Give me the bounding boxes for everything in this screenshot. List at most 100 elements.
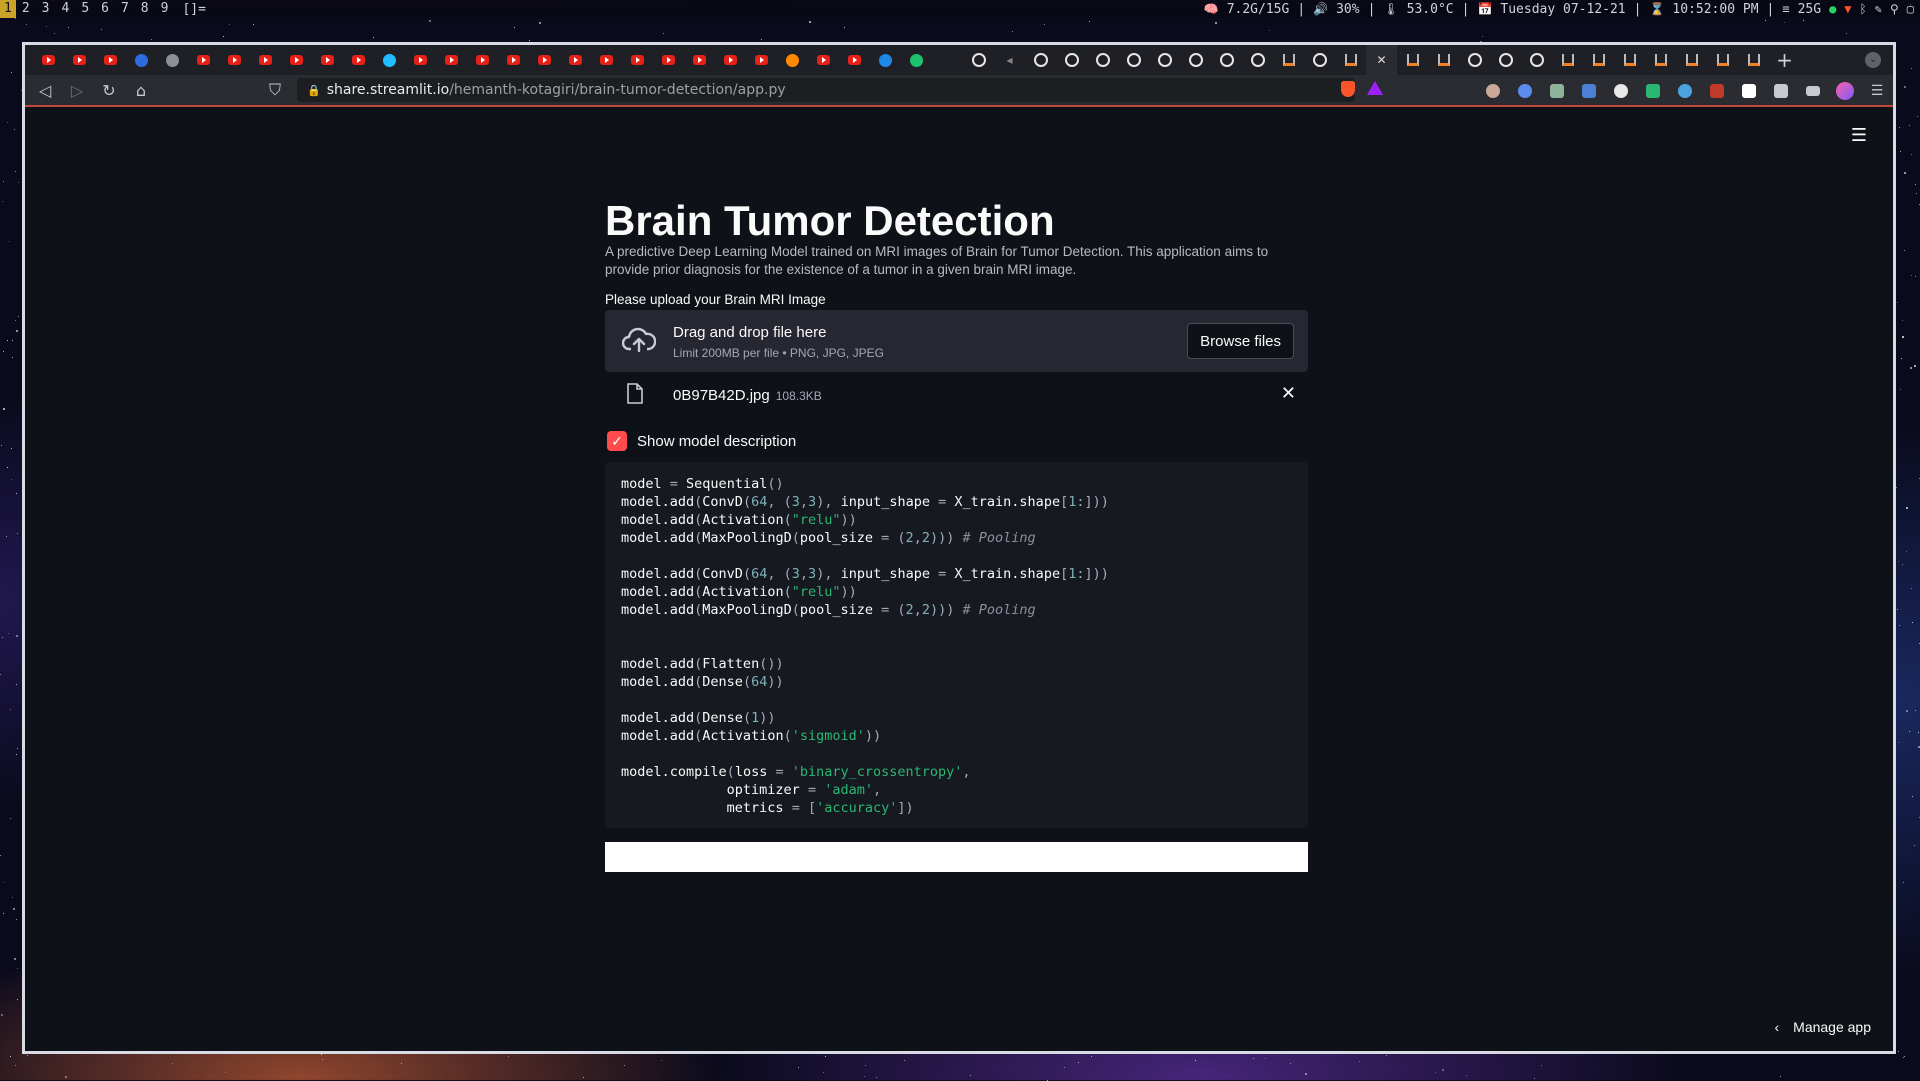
browser-tab[interactable]	[1087, 45, 1118, 75]
browser-tab[interactable]	[839, 45, 870, 75]
browser-tab[interactable]	[467, 45, 498, 75]
workspace-4[interactable]: 4	[55, 0, 75, 18]
browser-tab[interactable]	[498, 45, 529, 75]
workspace-7[interactable]: 7	[115, 0, 135, 18]
browser-tab[interactable]	[1676, 45, 1707, 75]
browser-tab[interactable]	[1118, 45, 1149, 75]
extension-icon[interactable]	[1701, 84, 1733, 98]
browser-tab[interactable]	[1211, 45, 1242, 75]
location-tray-icon[interactable]: ⚲	[1890, 2, 1899, 16]
browser-tab[interactable]	[653, 45, 684, 75]
workspace-8[interactable]: 8	[135, 0, 155, 18]
browser-tab[interactable]	[932, 45, 963, 75]
workspace-5[interactable]: 5	[75, 0, 95, 18]
notion-extension-icon[interactable]	[1733, 84, 1765, 98]
workspace-2[interactable]: 2	[16, 0, 36, 18]
forward-button[interactable]: ▷	[61, 81, 93, 100]
browser-tab[interactable]	[529, 45, 560, 75]
browse-files-button[interactable]: Browse files	[1187, 323, 1294, 359]
browser-tab[interactable]	[808, 45, 839, 75]
browser-menu-icon[interactable]: ☰	[1861, 83, 1893, 99]
browser-tab[interactable]	[1149, 45, 1180, 75]
hamburger-menu-icon[interactable]: ☰	[1851, 125, 1867, 146]
whatsapp-tray-icon[interactable]: ●	[1829, 2, 1836, 16]
browser-tab[interactable]	[1025, 45, 1056, 75]
browser-tab[interactable]	[64, 45, 95, 75]
browser-tab[interactable]	[1335, 45, 1366, 75]
browser-tab[interactable]	[1242, 45, 1273, 75]
tray-app-icon[interactable]: ✎	[1875, 2, 1882, 16]
browser-tab[interactable]	[95, 45, 126, 75]
extension-icon[interactable]	[1669, 84, 1701, 98]
extension-icon[interactable]	[1541, 84, 1573, 98]
browser-tab[interactable]	[374, 45, 405, 75]
browser-tab[interactable]	[1583, 45, 1614, 75]
browser-tab[interactable]	[1428, 45, 1459, 75]
new-tab-button[interactable]: +	[1769, 48, 1800, 72]
browser-tab[interactable]	[1552, 45, 1583, 75]
browser-tab[interactable]	[1707, 45, 1738, 75]
browser-tab[interactable]	[870, 45, 901, 75]
browser-tab[interactable]	[405, 45, 436, 75]
browser-tab[interactable]	[1614, 45, 1645, 75]
notification-tray-icon[interactable]: ▢	[1907, 2, 1914, 16]
checkbox-checked-icon[interactable]: ✓	[607, 431, 627, 451]
extension-icon[interactable]	[1573, 84, 1605, 98]
back-button[interactable]: ◁	[29, 81, 61, 100]
browser-tab[interactable]	[250, 45, 281, 75]
browser-tab[interactable]	[1304, 45, 1335, 75]
browser-tab[interactable]	[1459, 45, 1490, 75]
browser-tab[interactable]	[157, 45, 188, 75]
browser-tab[interactable]	[746, 45, 777, 75]
extension-icon[interactable]	[1509, 84, 1541, 98]
browser-tab[interactable]	[622, 45, 653, 75]
brave-rewards-icon[interactable]	[1367, 81, 1383, 95]
browser-tab[interactable]	[312, 45, 343, 75]
browser-tab[interactable]	[684, 45, 715, 75]
workspace-9[interactable]: 9	[155, 0, 175, 18]
browser-tab[interactable]	[343, 45, 374, 75]
puzzle-icon[interactable]	[1765, 84, 1797, 98]
browser-tab[interactable]: ◂	[994, 45, 1025, 75]
browser-tab[interactable]	[715, 45, 746, 75]
media-queue-icon[interactable]	[1797, 86, 1829, 96]
workspace-1[interactable]: 1	[0, 0, 16, 18]
browser-tab[interactable]	[560, 45, 591, 75]
browser-tab[interactable]	[219, 45, 250, 75]
browser-tab[interactable]: ✕	[1366, 45, 1397, 75]
bluetooth-tray-icon[interactable]: ᛒ	[1860, 2, 1867, 16]
browser-tab[interactable]	[1273, 45, 1304, 75]
browser-tab[interactable]	[126, 45, 157, 75]
profile-avatar[interactable]	[1829, 82, 1861, 100]
workspace-6[interactable]: 6	[95, 0, 115, 18]
browser-tab[interactable]	[591, 45, 622, 75]
manage-app-button[interactable]: ‹ Manage app	[1774, 1019, 1871, 1035]
file-dropzone[interactable]: Drag and drop file here Limit 200MB per …	[605, 310, 1308, 372]
browser-tab[interactable]	[901, 45, 932, 75]
brave-tray-icon[interactable]: ▼	[1844, 2, 1851, 16]
browser-tab[interactable]	[281, 45, 312, 75]
browser-tab[interactable]	[33, 45, 64, 75]
browser-tab[interactable]	[1521, 45, 1552, 75]
browser-tab[interactable]	[1738, 45, 1769, 75]
browser-tab[interactable]	[1056, 45, 1087, 75]
browser-tab[interactable]	[188, 45, 219, 75]
bookmark-icon[interactable]: ⛉	[259, 80, 291, 100]
extension-icon[interactable]	[1637, 84, 1669, 98]
browser-tab[interactable]	[1645, 45, 1676, 75]
browser-tab[interactable]	[963, 45, 994, 75]
browser-tab[interactable]	[1180, 45, 1211, 75]
show-model-description-checkbox[interactable]: ✓ Show model description	[605, 430, 796, 452]
remove-file-close-icon[interactable]: ✕	[1281, 383, 1296, 404]
browser-tab[interactable]	[1397, 45, 1428, 75]
browser-tab[interactable]	[1490, 45, 1521, 75]
browser-tab[interactable]	[777, 45, 808, 75]
extension-icon[interactable]	[1605, 84, 1637, 98]
address-bar[interactable]: 🔒 share.streamlit.io/hemanth-kotagiri/br…	[297, 78, 1355, 102]
browser-tab[interactable]	[436, 45, 467, 75]
home-button[interactable]: ⌂	[125, 81, 157, 100]
extension-icon[interactable]	[1477, 84, 1509, 98]
workspace-3[interactable]: 3	[36, 0, 56, 18]
tab-search-button[interactable]: ⌄	[1865, 52, 1881, 68]
brave-shields-icon[interactable]	[1341, 81, 1355, 97]
